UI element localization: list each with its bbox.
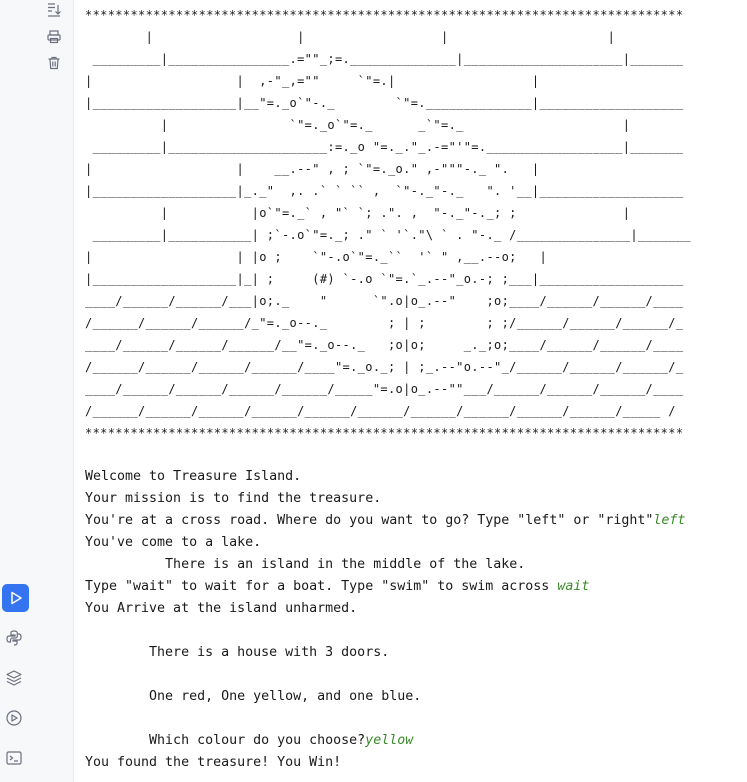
console-line: There is an island in the middle of the … — [85, 554, 747, 576]
console-line: You Arrive at the island unharmed. — [85, 598, 747, 620]
console-toolbar — [0, 0, 74, 782]
user-input-text: left — [653, 513, 686, 528]
console-output-text: Welcome to Treasure Island. — [85, 469, 302, 484]
console-line: You've come to a lake. — [85, 532, 747, 554]
scroll-to-end-icon[interactable] — [44, 0, 64, 20]
run-icon[interactable] — [2, 584, 29, 612]
console-log: Welcome to Treasure Island. Your mission … — [85, 466, 747, 774]
python-packages-icon[interactable] — [3, 667, 25, 689]
console-output-text: Your mission is to find the treasure. — [85, 491, 382, 506]
console-line: There is a house with 3 doors. — [85, 642, 747, 664]
run-console-output[interactable]: ****************************************… — [85, 4, 747, 782]
trash-icon[interactable] — [44, 53, 64, 73]
console-output-text: One red, One yellow, and one blue. — [85, 689, 422, 704]
services-icon[interactable] — [3, 707, 25, 729]
console-line: You found the treasure! You Win! — [85, 752, 747, 774]
python-console-icon[interactable] — [3, 627, 25, 649]
print-icon[interactable] — [44, 27, 64, 47]
console-line: You're at a cross road. Where do you wan… — [85, 510, 747, 532]
user-input-text: wait — [557, 579, 590, 594]
console-output-text: You're at a cross road. Where do you wan… — [85, 513, 654, 528]
console-output-text: Type "wait" to wait for a boat. Type "sw… — [85, 579, 558, 594]
console-output-text: Which colour do you choose? — [85, 733, 366, 748]
console-line: Type "wait" to wait for a boat. Type "sw… — [85, 576, 747, 598]
console-output-text: There is an island in the middle of the … — [85, 557, 526, 572]
console-output-text: You found the treasure! You Win! — [85, 755, 342, 770]
console-line: One red, One yellow, and one blue. — [85, 686, 747, 708]
terminal-icon[interactable] — [3, 747, 25, 769]
console-output-text: You Arrive at the island unharmed. — [85, 601, 358, 616]
user-input-text: yellow — [365, 733, 414, 748]
console-line: Your mission is to find the treasure. — [85, 488, 747, 510]
console-line: Welcome to Treasure Island. — [85, 466, 747, 488]
treasure-island-ascii-art: ****************************************… — [85, 8, 691, 440]
console-output-text: You've come to a lake. — [85, 535, 262, 550]
console-output-text: There is a house with 3 doors. — [85, 645, 390, 660]
console-line: Which colour do you choose?yellow — [85, 730, 747, 752]
